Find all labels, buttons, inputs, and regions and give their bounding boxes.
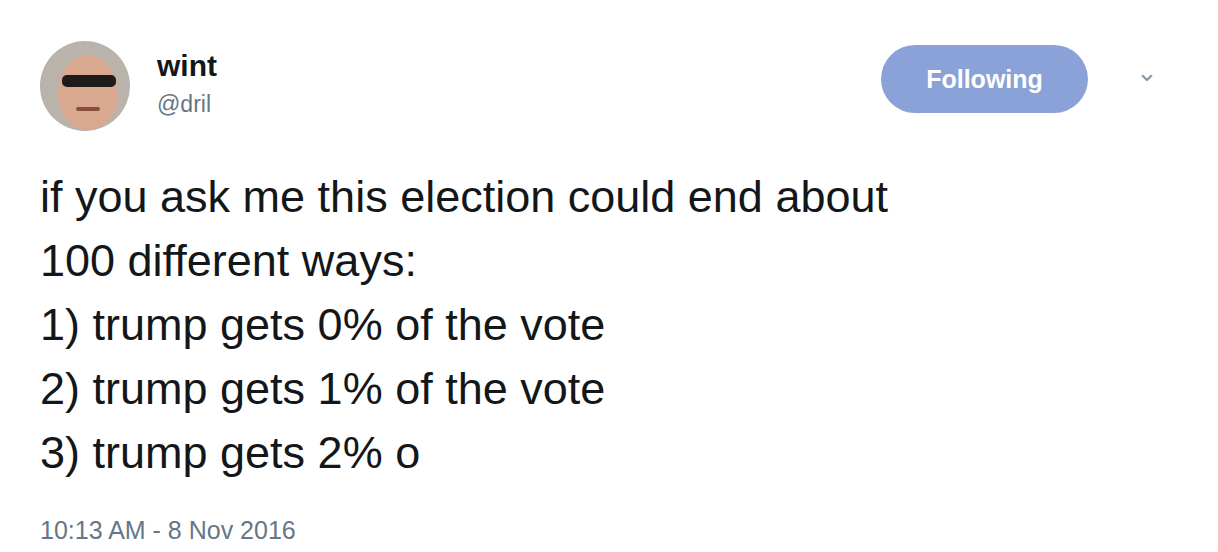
user-names: wint @dril (157, 48, 217, 118)
tweet-line: 2) trump gets 1% of the vote (40, 357, 1156, 421)
user-name[interactable]: wint (157, 48, 217, 84)
tweet-line: 3) trump gets 2% o (40, 421, 1156, 485)
tweet-header: wint @dril Following ⌄ (40, 40, 1156, 132)
chevron-icon[interactable]: ⌄ (1136, 62, 1156, 82)
tweet-line: 100 different ways: (40, 229, 1156, 293)
timestamp[interactable]: 10:13 AM - 8 Nov 2016 (40, 515, 1156, 545)
user-handle[interactable]: @dril (157, 90, 217, 118)
tweet-card: wint @dril Following ⌄ if you ask me thi… (0, 0, 1218, 552)
tweet-line: if you ask me this election could end ab… (40, 165, 1156, 229)
follow-button[interactable]: Following (881, 45, 1088, 113)
tweet-text: if you ask me this election could end ab… (40, 165, 1156, 485)
tweet-line: 1) trump gets 0% of the vote (40, 293, 1156, 357)
avatar-image[interactable] (40, 41, 130, 131)
